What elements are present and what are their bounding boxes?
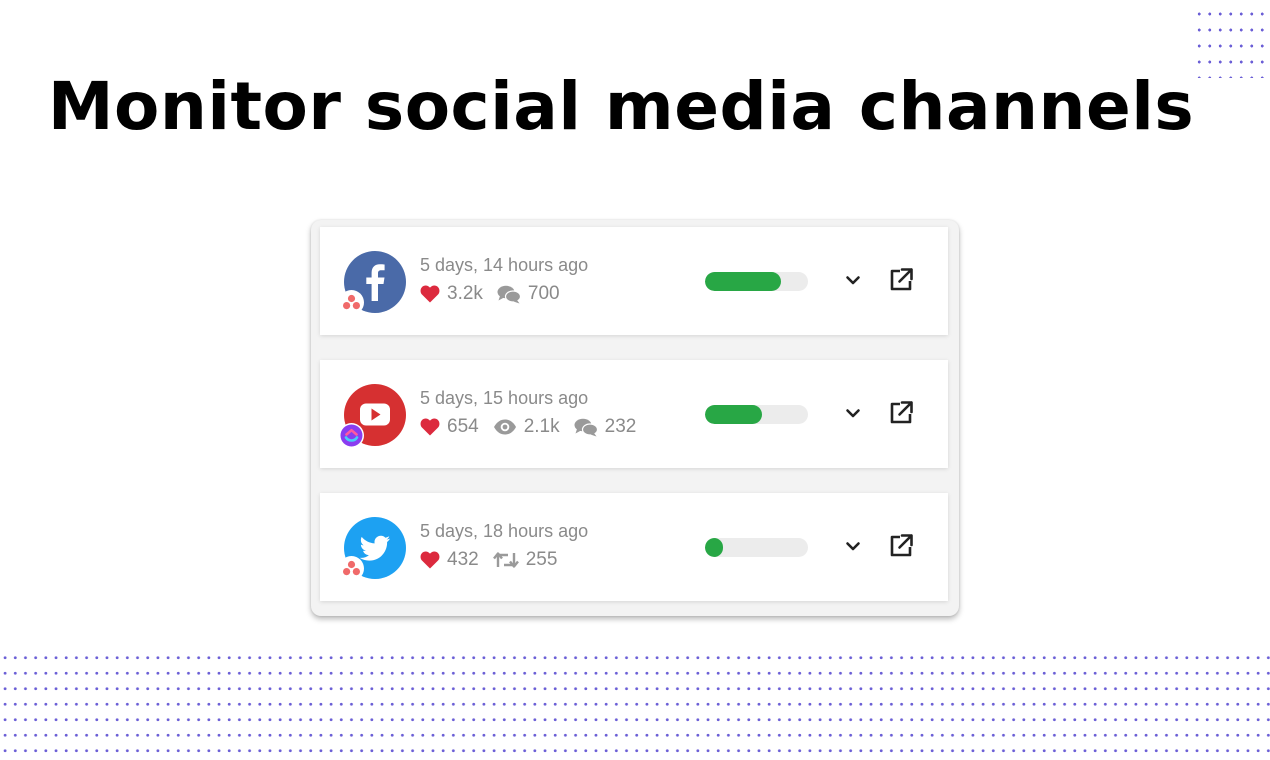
eye-icon <box>493 419 516 435</box>
chevron-down-icon[interactable] <box>844 271 862 289</box>
page-title: Monitor social media channels <box>47 68 1195 145</box>
youtube-logo-icon <box>339 384 406 448</box>
post-time: 5 days, 14 hours ago <box>420 255 589 275</box>
post-time: 5 days, 18 hours ago <box>420 521 589 541</box>
heart-icon <box>420 551 440 569</box>
comments-stat: 700 <box>497 283 560 305</box>
comments-icon <box>497 285 521 303</box>
views-count: 2.1k <box>523 416 560 437</box>
external-link-icon[interactable] <box>888 267 914 293</box>
chevron-down-icon[interactable] <box>844 537 862 555</box>
external-link-icon[interactable] <box>888 533 914 559</box>
engagement-progress-bar <box>705 405 808 424</box>
post-time: 5 days, 15 hours ago <box>420 388 589 408</box>
retweets-count: 255 <box>525 549 558 570</box>
likes-stat: 654 <box>420 416 479 438</box>
external-link-icon[interactable] <box>888 400 914 426</box>
twitter-logo-icon <box>339 517 406 581</box>
likes-stat: 3.2k <box>420 283 483 305</box>
progress-fill <box>705 272 782 291</box>
engagement-progress-bar <box>705 272 808 291</box>
facebook-logo-icon <box>339 251 406 315</box>
post-row-twitter: 5 days, 18 hours ago 432 255 <box>320 493 948 601</box>
comments-count: 700 <box>527 283 560 304</box>
heart-icon <box>420 285 440 303</box>
decorative-dot-pattern-bottom <box>0 650 1270 760</box>
heart-icon <box>420 418 440 436</box>
asana-icon <box>339 290 364 315</box>
comments-stat: 232 <box>574 416 637 438</box>
post-stats: 654 2.1k 232 <box>420 415 650 439</box>
post-stats: 3.2k 700 <box>420 282 574 306</box>
post-row-youtube: 5 days, 15 hours ago 654 2.1k 232 <box>320 360 948 468</box>
likes-count: 654 <box>447 416 479 437</box>
progress-fill <box>705 405 762 424</box>
clickup-icon <box>339 423 364 448</box>
progress-fill <box>705 538 723 557</box>
posts-card: 5 days, 14 hours ago 3.2k 700 5 days, 15… <box>311 220 959 616</box>
chevron-down-icon[interactable] <box>844 404 862 422</box>
engagement-progress-bar <box>705 538 808 557</box>
post-stats: 432 255 <box>420 548 571 572</box>
likes-stat: 432 <box>420 549 479 571</box>
views-stat: 2.1k <box>493 416 560 438</box>
comments-icon <box>574 418 598 436</box>
comments-count: 232 <box>604 416 637 437</box>
asana-icon <box>339 556 364 581</box>
post-row-facebook: 5 days, 14 hours ago 3.2k 700 <box>320 227 948 335</box>
retweet-icon <box>492 552 519 568</box>
likes-count: 432 <box>447 549 479 570</box>
retweets-stat: 255 <box>492 549 558 571</box>
likes-count: 3.2k <box>447 283 483 304</box>
